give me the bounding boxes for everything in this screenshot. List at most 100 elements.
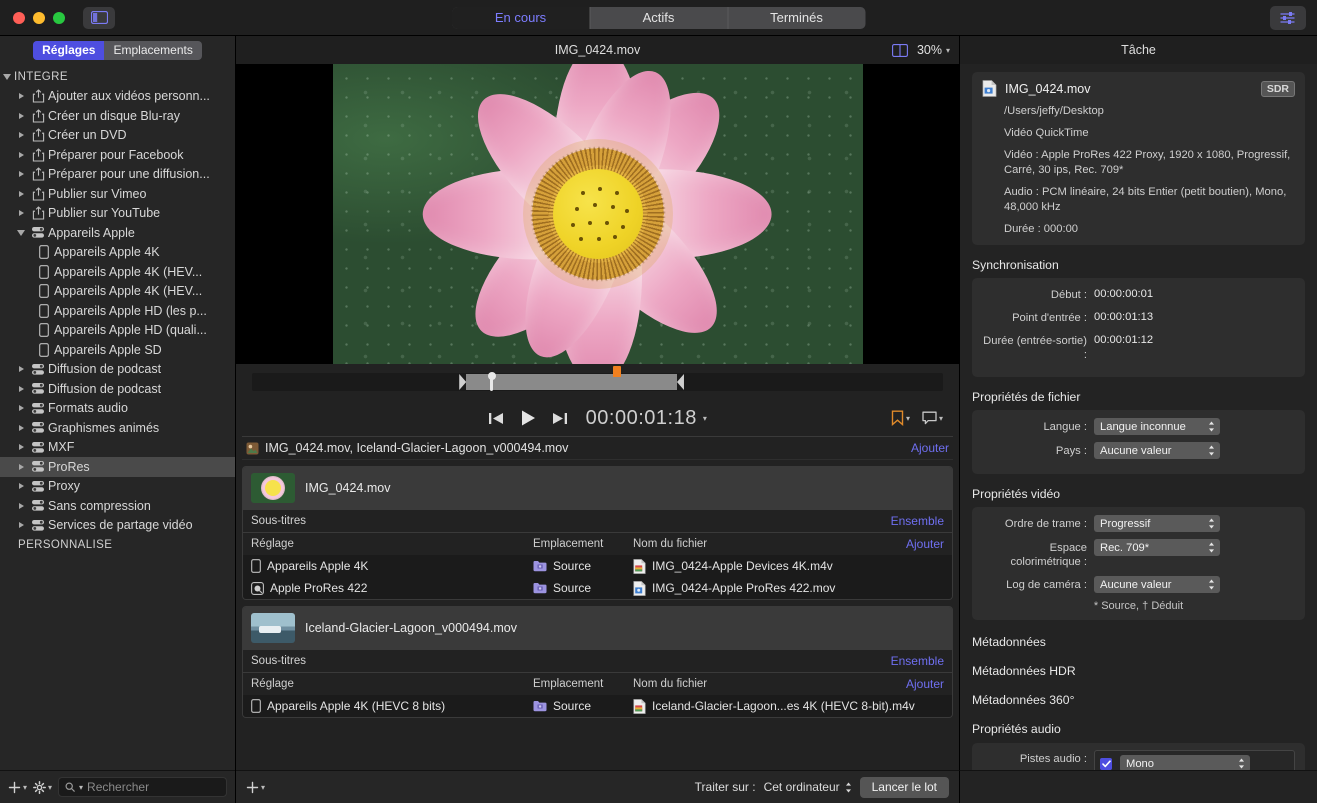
sidebar-tab-emplacements[interactable]: Emplacements (104, 41, 201, 60)
disclosure-triangle[interactable] (14, 444, 28, 450)
disclosure-triangle[interactable] (14, 113, 28, 119)
output-row-1[interactable]: Apple ProRes 422SourceIMG_0424-Apple Pro… (243, 577, 952, 599)
disclosure-triangle[interactable] (14, 191, 28, 197)
audio-track-checkbox[interactable] (1100, 758, 1112, 770)
sidebar-toggle-button[interactable] (83, 7, 115, 29)
disclosure-triangle[interactable] (14, 386, 28, 392)
sidebar-item-9[interactable]: Appareils Apple 4K (HEV... (0, 262, 235, 282)
output-row-0[interactable]: Appareils Apple 4K (HEVC 8 bits)SourceIc… (243, 695, 952, 717)
section-title-metadata-360[interactable]: Métadonnées 360° (972, 693, 1305, 707)
sidebar-tab-reglages[interactable]: Réglages (33, 41, 104, 60)
timeline-scrubber[interactable] (252, 373, 943, 391)
sidebar-item-14[interactable]: Diffusion de podcast (0, 360, 235, 380)
disclosure-triangle[interactable] (14, 210, 28, 216)
sidebar-item-12[interactable]: Appareils Apple HD (quali... (0, 321, 235, 341)
sidebar-item-21[interactable]: Sans compression (0, 496, 235, 516)
sidebar-item-20[interactable]: Proxy (0, 477, 235, 497)
marker-controls: ▾ ▾ (891, 410, 943, 426)
sidebar-item-13[interactable]: Appareils Apple SD (0, 340, 235, 360)
marker-flag-icon[interactable] (613, 366, 621, 377)
sidebar-item-8[interactable]: Appareils Apple 4K (0, 243, 235, 263)
disclosure-triangle[interactable] (14, 522, 28, 528)
sidebar-item-22[interactable]: Services de partage vidéo (0, 516, 235, 536)
minimize-window-button[interactable] (33, 12, 45, 24)
job-1[interactable]: Iceland-Glacier-Lagoon_v000494.movSous-t… (242, 606, 953, 718)
log-camera-popup[interactable]: Aucune valeur (1094, 576, 1220, 593)
job-0[interactable]: IMG_0424.movSous-titresEnsembleRéglageEm… (242, 466, 953, 600)
sidebar-item-4[interactable]: Préparer pour une diffusion... (0, 165, 235, 185)
section-title-metadata-hdr[interactable]: Métadonnées HDR (972, 664, 1305, 678)
sidebar-item-6[interactable]: Publier sur YouTube (0, 204, 235, 224)
sidebar-item-0[interactable]: Ajouter aux vidéos personn... (0, 87, 235, 107)
section-title-audio-props[interactable]: Propriétés audio (972, 722, 1305, 736)
timecode-display[interactable]: 00:00:01:18 ▾ (586, 407, 708, 430)
disclosure-triangle[interactable] (14, 405, 28, 411)
batch-add-link[interactable]: Ajouter (911, 441, 949, 455)
play-icon[interactable] (519, 409, 537, 427)
tab-actifs[interactable]: Actifs (590, 7, 728, 29)
maximize-window-button[interactable] (53, 12, 65, 24)
split-view-icon[interactable] (892, 44, 908, 57)
sidebar-item-1[interactable]: Créer un disque Blu-ray (0, 106, 235, 126)
tab-termines[interactable]: Terminés (728, 7, 865, 29)
process-target-popup[interactable]: Cet ordinateur (764, 780, 852, 794)
sidebar-item-19[interactable]: ProRes (0, 457, 235, 477)
subtitles-set-link[interactable]: Ensemble (891, 514, 944, 528)
status-tab-group[interactable]: En cours Actifs Terminés (452, 7, 865, 29)
playhead[interactable] (490, 373, 493, 391)
disclosure-triangle[interactable] (14, 464, 28, 470)
subtitles-set-link[interactable]: Ensemble (891, 654, 944, 668)
sidebar-item-3[interactable]: Préparer pour Facebook (0, 145, 235, 165)
zoom-level-popup[interactable]: 30% ▾ (917, 43, 950, 57)
annotation-button[interactable]: ▾ (922, 411, 943, 425)
sidebar-item-11[interactable]: Appareils Apple HD (les p... (0, 301, 235, 321)
disclosure-triangle[interactable] (14, 483, 28, 489)
sidebar-item-2[interactable]: Créer un DVD (0, 126, 235, 146)
sidebar-item-16[interactable]: Formats audio (0, 399, 235, 419)
output-location[interactable]: Source (533, 699, 633, 713)
tab-en-cours[interactable]: En cours (452, 7, 590, 29)
sidebar-item-5[interactable]: Publier sur Vimeo (0, 184, 235, 204)
output-row-0[interactable]: Appareils Apple 4KSourceIMG_0424-Apple D… (243, 555, 952, 577)
disclosure-triangle[interactable] (14, 230, 28, 236)
add-output-link[interactable]: Ajouter (906, 677, 944, 691)
add-setting-button[interactable]: ▾ (8, 781, 27, 794)
langue-popup[interactable]: Langue inconnue (1094, 418, 1220, 435)
disclosure-triangle[interactable] (0, 74, 14, 80)
start-batch-button[interactable]: Lancer le lot (860, 777, 949, 798)
sidebar-group-integre[interactable]: INTÉGRÉ (0, 67, 235, 87)
settings-action-button[interactable]: ▾ (33, 781, 52, 794)
add-marker-button[interactable]: ▾ (891, 410, 910, 426)
pays-popup[interactable]: Aucune valeur (1094, 442, 1220, 459)
disclosure-triangle[interactable] (14, 425, 28, 431)
skip-forward-icon[interactable] (551, 411, 568, 426)
close-window-button[interactable] (13, 12, 25, 24)
settings-tree[interactable]: INTÉGRÉAjouter aux vidéos personn...Crée… (0, 64, 235, 770)
ordre-trame-popup[interactable]: Progressif (1094, 515, 1220, 532)
sidebar-item-18[interactable]: MXF (0, 438, 235, 458)
in-point-marker[interactable] (459, 374, 466, 390)
disclosure-triangle[interactable] (14, 503, 28, 509)
inspector-toggle-button[interactable] (1270, 6, 1306, 30)
sidebar-item-10[interactable]: Appareils Apple 4K (HEV... (0, 282, 235, 302)
espace-colorimetrique-popup[interactable]: Rec. 709* (1094, 539, 1220, 556)
out-point-marker[interactable] (677, 374, 684, 390)
output-location[interactable]: Source (533, 559, 633, 573)
skip-back-icon[interactable] (488, 411, 505, 426)
sidebar-group-personnalise[interactable]: PERSONNALISÉ (0, 535, 235, 555)
disclosure-triangle[interactable] (14, 93, 28, 99)
sidebar-segmented-control[interactable]: Réglages Emplacements (33, 41, 202, 60)
sidebar-item-17[interactable]: Graphismes animés (0, 418, 235, 438)
output-location[interactable]: Source (533, 581, 633, 595)
sidebar-item-15[interactable]: Diffusion de podcast (0, 379, 235, 399)
sidebar-item-7[interactable]: Appareils Apple (0, 223, 235, 243)
search-input[interactable]: Rechercher (87, 780, 149, 794)
add-job-button[interactable]: ▾ (246, 781, 265, 794)
section-title-metadata[interactable]: Métadonnées (972, 635, 1305, 649)
disclosure-triangle[interactable] (14, 366, 28, 372)
disclosure-triangle[interactable] (14, 132, 28, 138)
disclosure-triangle[interactable] (14, 171, 28, 177)
search-field[interactable]: ▾ Rechercher (58, 777, 227, 797)
disclosure-triangle[interactable] (14, 152, 28, 158)
add-output-link[interactable]: Ajouter (906, 537, 944, 551)
